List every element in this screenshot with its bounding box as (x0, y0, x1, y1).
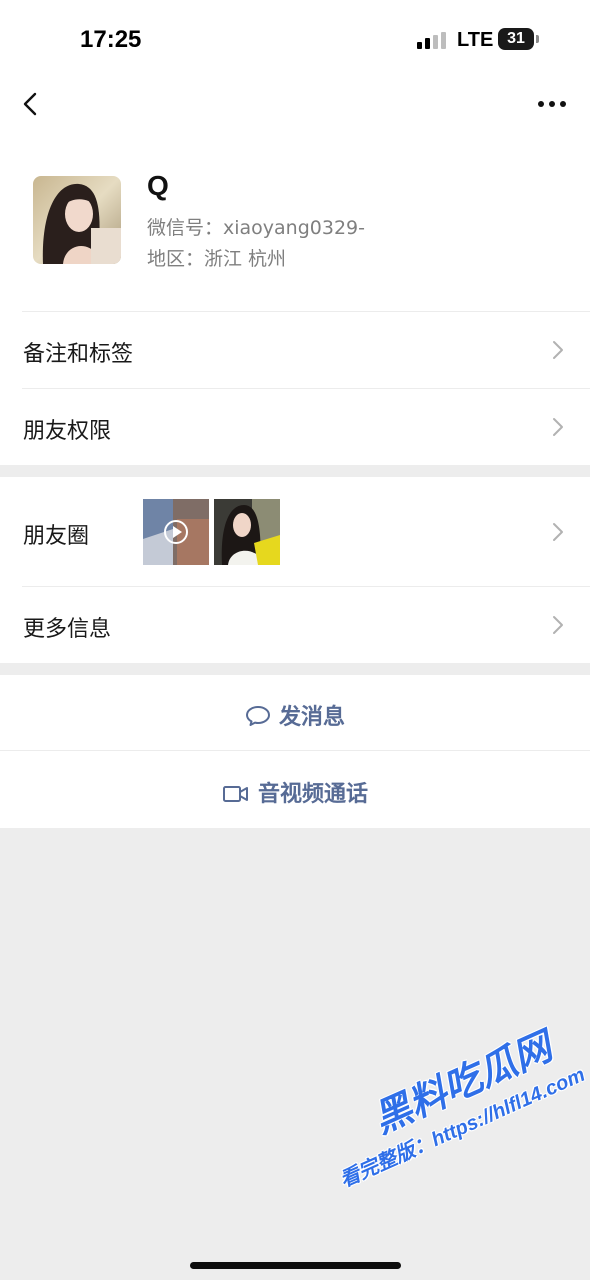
moments-thumbnail-photo[interactable] (214, 499, 280, 565)
more-horizontal-icon[interactable] (532, 88, 572, 120)
nav-bar (0, 80, 590, 132)
row-more-info[interactable]: 更多信息 (0, 587, 590, 663)
video-camera-icon (222, 786, 248, 802)
row-moments[interactable]: 朋友圈 (0, 477, 590, 587)
video-call-button[interactable]: 音视频通话 (0, 751, 590, 828)
row-remarks-tags[interactable]: 备注和标签 (0, 312, 590, 389)
watermark: 黑料吃瓜网 看完整版：https://hlfl14.com (312, 1008, 589, 1193)
region: 地区：浙江 杭州 (147, 248, 287, 270)
avatar[interactable] (33, 176, 121, 264)
profile-header: Q 微信号：xiaoyang0329- 地区：浙江 杭州 (0, 132, 590, 312)
chevron-right-icon (553, 418, 563, 436)
battery-tip (536, 35, 539, 43)
chevron-left-icon[interactable] (16, 88, 48, 120)
moments-thumbnail-video[interactable] (143, 499, 209, 565)
wechat-id: 微信号：xiaoyang0329- (147, 217, 365, 239)
chevron-right-icon (553, 341, 563, 359)
status-time: 17:25 (80, 26, 142, 53)
row-label: 更多信息 (23, 617, 112, 642)
profile-name: Q (147, 170, 169, 201)
avatar-image (33, 176, 121, 264)
send-message-label: 发消息 (278, 705, 345, 730)
battery-icon: 31 (498, 28, 534, 50)
battery-level: 31 (507, 30, 525, 47)
cellular-signal-icon (417, 32, 446, 49)
video-call-label: 音视频通话 (257, 782, 368, 807)
row-label: 备注和标签 (23, 342, 134, 367)
row-label: 朋友圈 (23, 524, 90, 549)
chat-bubble-icon (245, 706, 270, 726)
home-indicator[interactable] (190, 1262, 401, 1269)
status-bar: 17:25 LTE 31 (0, 0, 590, 80)
chevron-right-icon (553, 616, 563, 634)
row-label: 朋友权限 (23, 419, 112, 444)
row-friend-permissions[interactable]: 朋友权限 (0, 389, 590, 465)
network-type: LTE (457, 29, 494, 51)
send-message-button[interactable]: 发消息 (0, 675, 590, 751)
chevron-right-icon (553, 523, 563, 541)
